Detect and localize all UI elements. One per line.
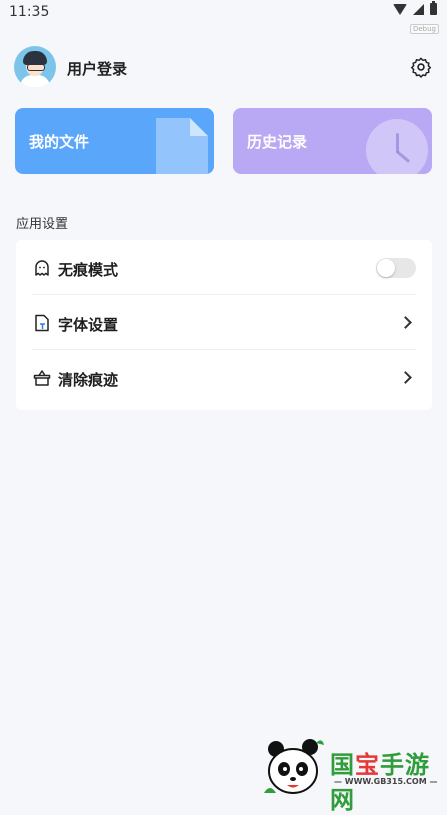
history-card[interactable]: 历史记录 <box>233 108 432 174</box>
basket-icon <box>33 370 51 386</box>
chevron-right-icon <box>399 316 412 329</box>
status-time: 11:35 <box>9 4 50 20</box>
gear-icon[interactable] <box>410 56 432 78</box>
font-settings-label: 字体设置 <box>58 316 119 334</box>
incognito-mode-row[interactable]: 无痕模式 <box>16 240 432 295</box>
section-title: 应用设置 <box>16 217 69 232</box>
debug-badge: Debug <box>409 24 439 34</box>
settings-panel: 无痕模式 字体设置 清除痕迹 <box>16 240 432 410</box>
signal-icon <box>413 3 424 15</box>
document-icon <box>156 118 208 174</box>
watermark-url: — WWW.GB315.COM — <box>334 777 438 786</box>
clear-traces-row[interactable]: 清除痕迹 <box>16 350 432 405</box>
status-bar: 11:35 Debug <box>0 0 447 34</box>
panda-icon <box>264 739 324 794</box>
incognito-mode-label: 无痕模式 <box>58 261 119 279</box>
chevron-right-icon <box>399 371 412 384</box>
watermark-logo: 国宝手游网 — WWW.GB315.COM — <box>262 735 447 814</box>
clear-traces-label: 清除痕迹 <box>58 371 119 389</box>
my-files-label: 我的文件 <box>29 133 90 151</box>
font-file-icon <box>35 314 49 332</box>
clock-icon <box>366 119 428 174</box>
avatar[interactable] <box>14 46 56 88</box>
toggle-knob <box>377 259 395 277</box>
my-files-card[interactable]: 我的文件 <box>15 108 214 174</box>
font-settings-row[interactable]: 字体设置 <box>16 295 432 350</box>
profile-header: 用户登录 <box>14 46 432 90</box>
incognito-toggle[interactable] <box>376 258 416 278</box>
ghost-icon <box>35 260 49 276</box>
login-label[interactable]: 用户登录 <box>67 58 127 79</box>
wifi-icon <box>393 3 407 15</box>
history-label: 历史记录 <box>247 133 308 151</box>
battery-icon <box>430 1 437 15</box>
status-icons <box>393 1 437 15</box>
